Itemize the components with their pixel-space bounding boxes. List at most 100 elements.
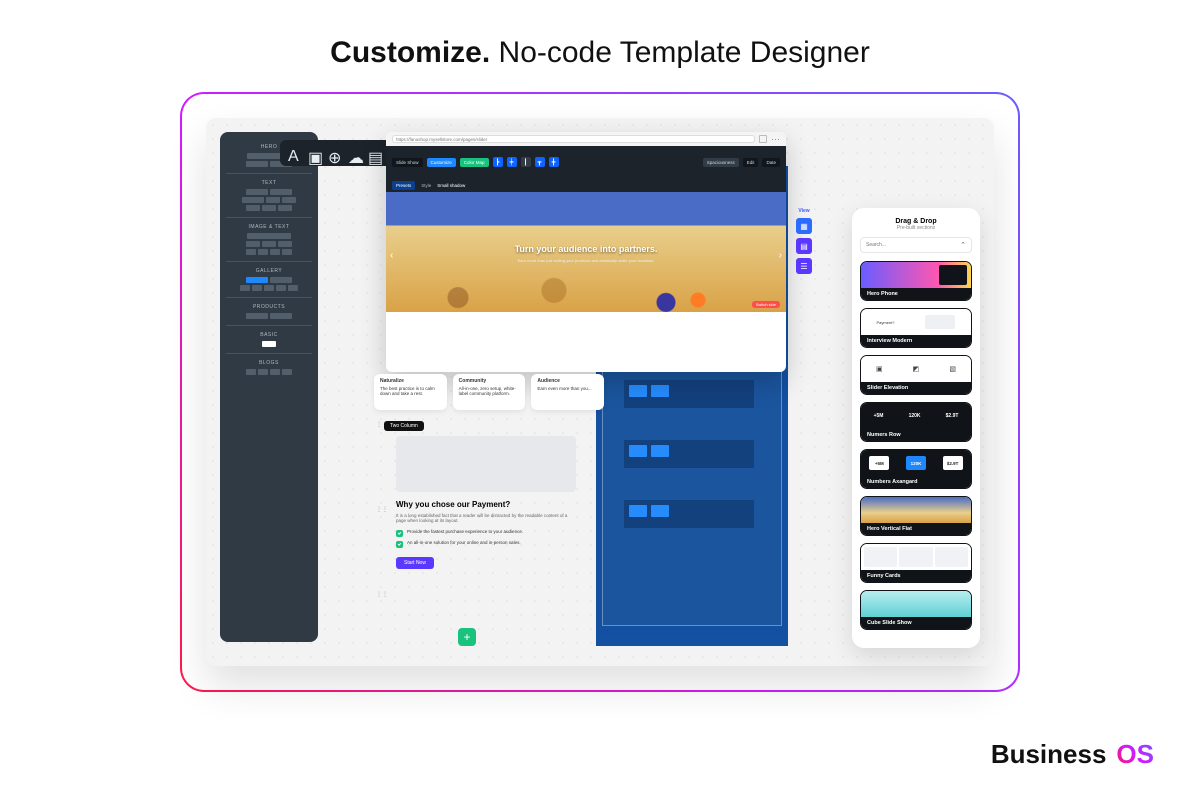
- view-list-icon[interactable]: ☰: [796, 258, 812, 274]
- hero-title: Turn your audience into partners.: [386, 244, 786, 254]
- prebuilt-label: Numbers Axangard: [861, 476, 971, 488]
- drag-drop-panel[interactable]: Drag & Drop Pre-built sections ⌃ Hero Ph…: [852, 208, 980, 648]
- prebuilt-card[interactable]: +5M 120K $2.9T Numbers Axangard: [860, 449, 972, 489]
- feature-card[interactable]: Naturalize The best practice is to calm …: [374, 374, 447, 410]
- switch-side-pill[interactable]: Switch side: [752, 301, 780, 308]
- card-copy: Earn even more than you...: [537, 386, 598, 391]
- tb-style-value[interactable]: Small shadow: [437, 183, 465, 188]
- view-label: View: [798, 208, 809, 214]
- view-switcher[interactable]: View ▦ ▤ ☰: [794, 208, 814, 274]
- check-icon: [396, 541, 403, 548]
- tb-date[interactable]: Date: [762, 158, 780, 167]
- hero-preview[interactable]: ‹ › Turn your audience into partners. Ea…: [386, 192, 786, 312]
- thumb-interview: Payment?: [861, 309, 971, 335]
- ds-group-basic: BASIC: [226, 332, 312, 338]
- card-title: Community: [459, 378, 520, 384]
- align-center-icon[interactable]: ┿: [507, 157, 517, 167]
- feature-card[interactable]: Community All-in-one, zero setup, white-…: [453, 374, 526, 410]
- prebuilt-card[interactable]: Cube Slide Show: [860, 590, 972, 630]
- tb-style-label: Style: [421, 183, 431, 188]
- ds-group-blogs: BLOGS: [226, 360, 312, 366]
- tb-spaciousness[interactable]: Spaciousness: [703, 158, 739, 167]
- window-control-icon[interactable]: [759, 135, 767, 143]
- feature-card[interactable]: Audience Earn even more than you...: [531, 374, 604, 410]
- search-input[interactable]: [866, 242, 956, 248]
- bullet-text: Provide the fastest purchase experience …: [407, 529, 523, 534]
- prebuilt-card[interactable]: ▣◩▧ Slider Elevation: [860, 355, 972, 395]
- more-icon[interactable]: ⋯: [771, 134, 780, 145]
- thumb-numbers-axangard: +5M 120K $2.9T: [861, 450, 971, 476]
- tb-customize[interactable]: Customize: [427, 158, 456, 167]
- ds-group-text: TEXT: [226, 180, 312, 186]
- align-v-icon[interactable]: ┃: [521, 157, 531, 167]
- placeholder-image: [396, 436, 576, 492]
- page-headline: Customize. No-code Template Designer: [0, 0, 1200, 92]
- brand-footer: Business OS: [991, 739, 1154, 770]
- headline-bold: Customize.: [330, 36, 490, 69]
- bullet-text: An all-in-one solution for your online a…: [407, 540, 521, 545]
- panel-subtitle: Pre-built sections: [860, 225, 972, 231]
- view-wireframe-icon[interactable]: ▦: [796, 218, 812, 234]
- brand-suffix: OS: [1116, 739, 1154, 770]
- thumb-hero-vertical: [861, 497, 971, 523]
- chevron-up-icon[interactable]: ⌃: [960, 241, 966, 249]
- prebuilt-card[interactable]: Payment? Interview Modern: [860, 308, 972, 348]
- thumb-funny-cards: [861, 544, 971, 570]
- preview-browser: https://fanushop.mysellstore.com/pages/s…: [386, 132, 786, 372]
- card-title: Audience: [537, 378, 598, 384]
- prebuilt-label: Cube Slide Show: [861, 617, 971, 629]
- headline-light: No-code Template Designer: [499, 36, 870, 69]
- check-icon: [396, 530, 403, 537]
- ds-group-imgtext: IMAGE & TEXT: [226, 224, 312, 230]
- card-title: Naturalize: [380, 378, 441, 384]
- gradient-frame: HERO TEXT IMAGE & TEXT GALLERY: [180, 92, 1020, 692]
- browser-url[interactable]: https://fanushop.mysellstore.com/pages/s…: [392, 135, 755, 143]
- align-left-icon[interactable]: ┣: [493, 157, 503, 167]
- editor-toolbar[interactable]: Slide Show Customize Color Map ┣ ┿ ┃ ┳ ╋…: [386, 146, 786, 178]
- ds-group-products: PRODUCTS: [226, 304, 312, 310]
- align-top-icon[interactable]: ┳: [535, 157, 545, 167]
- section-handles[interactable]: ⋮⋮⋮⋮⋮⋮: [376, 421, 386, 598]
- feature-cards-row: Naturalize The best practice is to calm …: [374, 374, 604, 410]
- start-now-button[interactable]: Start Now: [396, 557, 434, 569]
- frame-inner: HERO TEXT IMAGE & TEXT GALLERY: [182, 94, 1018, 690]
- prebuilt-label: Interview Modern: [861, 335, 971, 347]
- prebuilt-label: Funny Cards: [861, 570, 971, 582]
- prebuilt-card[interactable]: Hero Phone: [860, 261, 972, 301]
- two-column-section[interactable]: Why you chose our Payment? It is a long …: [396, 436, 576, 626]
- panel-title: Drag & Drop: [860, 218, 972, 225]
- hero-subtitle: Earn more than just selling your product…: [386, 258, 786, 263]
- card-copy: All-in-one, zero setup, white-label comm…: [459, 386, 520, 396]
- image-icon[interactable]: ▣: [308, 148, 318, 158]
- prebuilt-label: Hero Phone: [861, 288, 971, 300]
- section-tag: Two Column: [384, 421, 424, 431]
- layers-icon[interactable]: ▤: [368, 148, 378, 158]
- text-icon[interactable]: A: [288, 148, 298, 158]
- add-section-button[interactable]: +: [458, 628, 476, 646]
- tb-edit[interactable]: Edit: [743, 158, 759, 167]
- view-grid-icon[interactable]: ▤: [796, 238, 812, 254]
- prebuilt-card[interactable]: Hero Vertical Flat: [860, 496, 972, 536]
- chevron-right-icon[interactable]: ›: [779, 250, 782, 261]
- twocol-paragraph: It is a long established fact that a rea…: [396, 513, 576, 523]
- browser-chrome: https://fanushop.mysellstore.com/pages/s…: [386, 132, 786, 146]
- prebuilt-label: Slider Elevation: [861, 382, 971, 394]
- cloud-icon[interactable]: ☁: [348, 148, 358, 158]
- component-sidebar[interactable]: HERO TEXT IMAGE & TEXT GALLERY: [220, 132, 318, 642]
- globe-icon[interactable]: ⊕: [328, 148, 338, 158]
- brand-name: Business: [991, 739, 1107, 770]
- prebuilt-label: Numers Row: [861, 429, 971, 441]
- thumb-hero-phone: [861, 262, 971, 288]
- card-copy: The best practice is to calm down and ta…: [380, 386, 441, 396]
- panel-search[interactable]: ⌃: [860, 237, 972, 253]
- align-mid-icon[interactable]: ╋: [549, 157, 559, 167]
- tb-section: Slide Show: [392, 158, 423, 167]
- mac-window: HERO TEXT IMAGE & TEXT GALLERY: [206, 118, 994, 666]
- tb-colormap[interactable]: Color Map: [460, 158, 489, 167]
- prebuilt-card[interactable]: +5M 120K $2.9T Numers Row: [860, 402, 972, 442]
- tb-presets[interactable]: Presets: [392, 181, 415, 190]
- thumb-numbers-row: +5M 120K $2.9T: [861, 403, 971, 429]
- prebuilt-card[interactable]: Funny Cards: [860, 543, 972, 583]
- prebuilt-label: Hero Vertical Flat: [861, 523, 971, 535]
- chevron-left-icon[interactable]: ‹: [390, 250, 393, 261]
